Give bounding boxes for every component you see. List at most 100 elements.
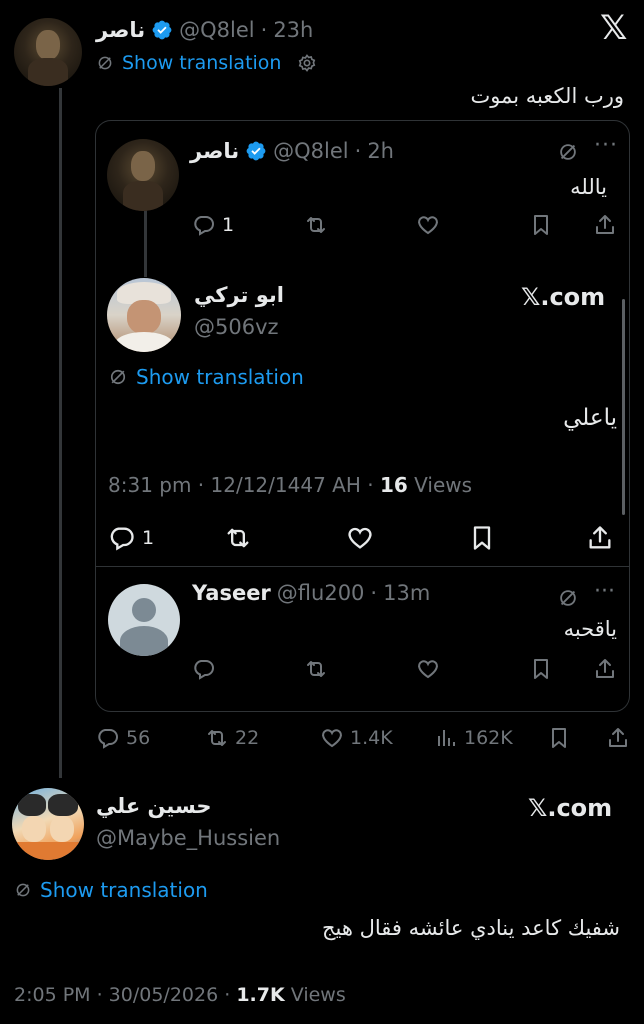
reply-header: Yaseer @flu200 · 13m (192, 581, 430, 605)
like-count: 1.4K (350, 727, 393, 749)
translate-icon[interactable] (557, 587, 579, 609)
bookmark-icon (547, 726, 571, 750)
tweet-text: يالله (570, 175, 607, 199)
views-count: 16 (379, 473, 408, 497)
like-icon (416, 213, 440, 237)
author-name[interactable]: ناصر (96, 18, 145, 42)
tweet-time[interactable]: 23h (273, 18, 313, 42)
like-icon (416, 657, 440, 681)
views-count: 162K (464, 727, 513, 749)
timestamp-text[interactable]: 2:05 PM · 30/05/2026 · (14, 984, 230, 1006)
tweet-time[interactable]: 2h (367, 139, 394, 163)
share-button[interactable] (593, 657, 617, 681)
views-count: 1.7K (236, 984, 285, 1006)
avatar[interactable] (107, 139, 179, 211)
avatar[interactable] (108, 584, 180, 656)
translation-row: Show translation (108, 365, 304, 389)
reply-button[interactable] (192, 657, 216, 681)
repost-count: 22 (235, 727, 260, 749)
avatar[interactable] (107, 278, 181, 352)
repost-button[interactable] (224, 524, 252, 552)
tweet-timestamp: 8:31 pm · 12/12/1447 AH · 16 Views (108, 473, 472, 497)
bookmark-button[interactable] (529, 657, 553, 681)
divider (96, 566, 629, 567)
bookmark-button[interactable] (529, 213, 553, 237)
quote-header: ناصر @Q8lel · 2h (190, 135, 394, 167)
translate-icon (96, 54, 114, 72)
translation-row: Show translation (96, 50, 317, 76)
views-label: Views (414, 473, 473, 497)
repost-button[interactable] (304, 213, 328, 237)
more-icon[interactable]: ··· (594, 133, 618, 158)
share-button[interactable] (593, 213, 617, 237)
author-handle[interactable]: @Q8lel (179, 18, 254, 42)
like-button[interactable] (416, 657, 440, 681)
tweet-timestamp: 2:05 PM · 30/05/2026 · 1.7K Views (14, 984, 346, 1006)
translation-row: Show translation (14, 878, 208, 902)
author-name[interactable]: حسين علي (96, 794, 211, 818)
author-handle[interactable]: @Maybe_Hussien (96, 826, 280, 850)
tweet-text: ياقحبه (563, 617, 617, 641)
separator-dot: · (260, 18, 268, 42)
translate-icon (14, 881, 32, 899)
bookmark-icon (468, 524, 496, 552)
repost-icon (205, 726, 229, 750)
tweet-header: ناصر @Q8lel · 23h (96, 14, 313, 46)
author-name[interactable]: ناصر (190, 139, 239, 163)
bookmark-button[interactable] (468, 524, 496, 552)
share-button[interactable] (586, 524, 614, 552)
repost-icon (304, 657, 328, 681)
show-translation-link[interactable]: Show translation (122, 52, 281, 74)
reply-count: 56 (126, 727, 151, 749)
author-handle[interactable]: @flu200 (277, 581, 365, 605)
reply-button[interactable]: 1 (108, 524, 154, 552)
views-label: Views (290, 984, 346, 1006)
reply-icon (96, 726, 120, 750)
timestamp-text[interactable]: 8:31 pm · 12/12/1447 AH · (108, 473, 374, 497)
like-icon (346, 524, 374, 552)
share-icon (593, 657, 617, 681)
more-icon[interactable]: ··· (594, 579, 615, 604)
verified-badge-icon (151, 19, 173, 41)
quote-card[interactable]: ناصر @Q8lel · 2h ··· يالله 1 ابو تركي @5… (95, 120, 630, 712)
translate-icon[interactable] (557, 141, 579, 163)
author-handle[interactable]: @506vz (194, 315, 279, 339)
xcom-link[interactable]: 𝕏.com (528, 794, 612, 822)
reply-count: 1 (222, 214, 235, 236)
author-name[interactable]: ابو تركي (194, 283, 284, 307)
share-icon (606, 726, 630, 750)
views-button[interactable]: 162K (434, 726, 513, 750)
show-translation-link[interactable]: Show translation (136, 365, 304, 389)
tweet-time[interactable]: 13m (383, 581, 430, 605)
repost-icon (304, 213, 328, 237)
author-name[interactable]: Yaseer (192, 581, 271, 605)
reply-button[interactable]: 56 (96, 726, 150, 750)
like-button[interactable] (416, 213, 440, 237)
like-icon (320, 726, 344, 750)
avatar[interactable] (12, 788, 84, 860)
reply-count: 1 (142, 527, 155, 549)
show-translation-link[interactable]: Show translation (40, 878, 208, 902)
views-icon (434, 726, 458, 750)
avatar[interactable] (14, 18, 82, 86)
like-button[interactable] (346, 524, 374, 552)
separator-dot: · (370, 581, 378, 605)
reply-icon (192, 657, 216, 681)
x-logo-icon[interactable]: 𝕏 (600, 8, 627, 48)
reply-button[interactable]: 1 (192, 213, 234, 237)
share-button[interactable] (606, 726, 630, 750)
scrollbar[interactable] (622, 299, 625, 515)
tweet-text: شفيك كاعد ينادي عائشه فقال هيج (322, 916, 620, 940)
share-icon (593, 213, 617, 237)
tweet-text: ورب الكعبه بموت (470, 84, 624, 108)
xcom-link[interactable]: 𝕏.com (521, 283, 605, 311)
bookmark-button[interactable] (547, 726, 571, 750)
repost-button[interactable]: 22 (205, 726, 259, 750)
reply-icon (192, 213, 216, 237)
gear-icon[interactable] (297, 53, 317, 73)
author-handle[interactable]: @Q8lel (273, 139, 348, 163)
reply-icon (108, 524, 136, 552)
repost-icon (224, 524, 252, 552)
like-button[interactable]: 1.4K (320, 726, 393, 750)
repost-button[interactable] (304, 657, 328, 681)
